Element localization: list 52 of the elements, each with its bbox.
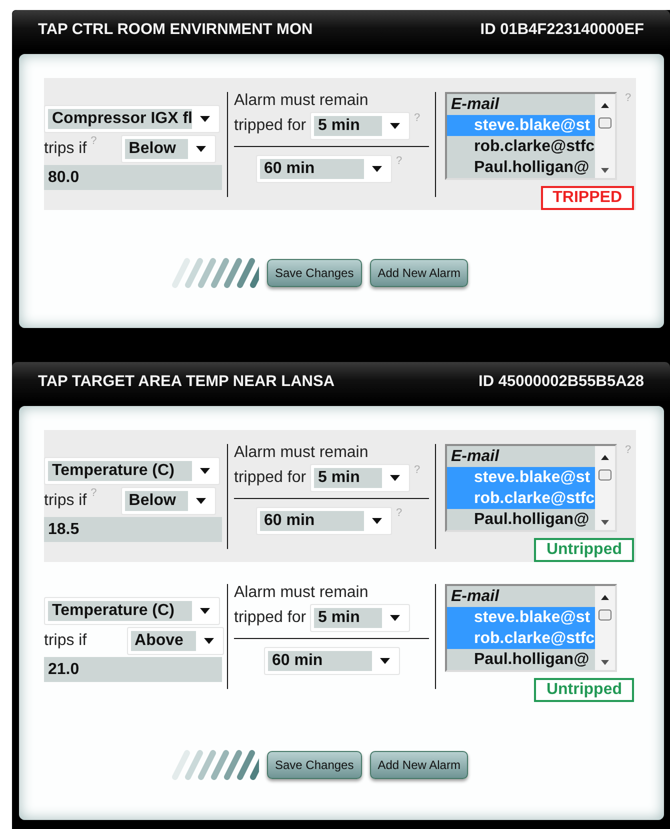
caret-icon	[200, 468, 210, 474]
trips-if-label: trips if	[44, 140, 87, 158]
panel-title: TAP TARGET AREA TEMP NEAR LANSA	[38, 373, 335, 391]
caret-icon	[196, 146, 206, 152]
save-button[interactable]: Save Changes	[267, 259, 362, 287]
save-button[interactable]: Save Changes	[267, 751, 362, 779]
loading-stripes-icon	[169, 258, 259, 288]
window-select[interactable]: 60 min	[256, 507, 392, 535]
sensor-select[interactable]: Compressor IGX fl	[44, 105, 220, 133]
condition-select[interactable]: Below	[120, 135, 216, 163]
email-list[interactable]: E-mail steve.blake@st rob.clarke@stfc Paul.holligan@	[445, 92, 617, 180]
email-list[interactable]: E-mail steve.blake@st rob.clarke@stfc Paul.holligan@	[445, 584, 617, 672]
status-badge: Untripped	[534, 678, 634, 702]
remain-label: Alarm must remain	[234, 444, 370, 462]
tripped-for-label: tripped for	[234, 609, 306, 627]
threshold-field[interactable]: 21.0	[44, 657, 222, 682]
caret-icon	[390, 615, 400, 621]
trips-if-label: trips if	[44, 492, 87, 510]
caret-icon	[390, 475, 400, 481]
caret-icon	[200, 116, 210, 122]
duration-select[interactable]: 5 min	[310, 464, 410, 492]
caret-icon	[204, 638, 214, 644]
email-list[interactable]: E-mail steve.blake@st rob.clarke@stfc Paul.holligan@	[445, 444, 617, 532]
caret-icon	[390, 123, 400, 129]
caret-icon	[380, 658, 390, 664]
status-badge: Untripped	[534, 538, 634, 562]
trips-if-label: trips if	[44, 632, 87, 650]
duration-select[interactable]: 5 min	[310, 604, 410, 632]
device-id: ID 01B4F223140000EF	[480, 21, 644, 39]
device-id: ID 45000002B55B5A28	[478, 373, 644, 391]
caret-icon	[200, 608, 210, 614]
window-select[interactable]: 60 min	[256, 155, 392, 183]
duration-select[interactable]: 5 min	[310, 112, 410, 140]
add-alarm-button[interactable]: Add New Alarm	[370, 259, 468, 287]
condition-select[interactable]: Below	[120, 487, 216, 515]
panel-title: TAP CTRL ROOM ENVIRNMENT MON	[38, 21, 313, 39]
sensor-select[interactable]: Temperature (C)	[44, 457, 220, 485]
caret-icon	[372, 166, 382, 172]
caret-icon	[372, 518, 382, 524]
loading-stripes-icon	[169, 750, 259, 780]
tripped-for-label: tripped for	[234, 117, 306, 135]
window-select[interactable]: 60 min	[264, 647, 400, 675]
sensor-select[interactable]: Temperature (C)	[44, 597, 220, 625]
caret-icon	[196, 498, 206, 504]
threshold-field[interactable]: 18.5	[44, 517, 222, 542]
condition-select[interactable]: Above	[126, 627, 224, 655]
tripped-for-label: tripped for	[234, 469, 306, 487]
threshold-field[interactable]: 80.0	[44, 165, 222, 190]
add-alarm-button[interactable]: Add New Alarm	[370, 751, 468, 779]
status-badge: TRIPPED	[540, 186, 634, 210]
remain-label: Alarm must remain	[234, 92, 370, 110]
remain-label: Alarm must remain	[234, 584, 370, 602]
